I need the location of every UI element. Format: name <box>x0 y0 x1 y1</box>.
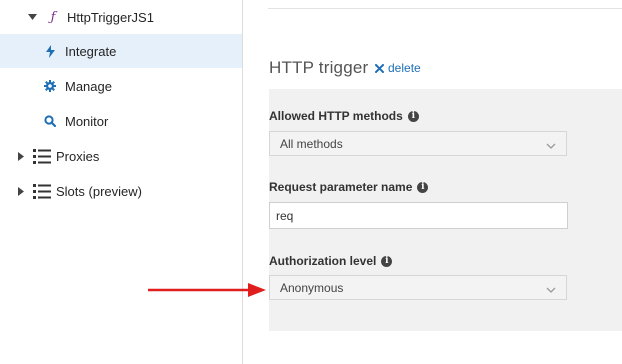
auth-label-row: Authorization level i <box>269 254 393 268</box>
gear-icon <box>44 80 56 92</box>
divider <box>268 8 622 9</box>
tree-group-label: Proxies <box>56 148 100 164</box>
trigger-settings-panel: Allowed HTTP methods i All methods Reque… <box>269 89 622 331</box>
param-input[interactable]: req <box>269 202 568 229</box>
chevron-down-icon <box>546 138 556 152</box>
auth-label: Authorization level <box>269 254 377 268</box>
methods-label-row: Allowed HTTP methods i <box>269 109 419 123</box>
methods-value: All methods <box>280 136 343 151</box>
tree-item-function[interactable]: ƒ HttpTriggerJS1 <box>0 0 242 34</box>
chevron-down-icon <box>546 282 556 296</box>
sidebar: ƒ HttpTriggerJS1 Integrate Manage Monito… <box>0 0 243 364</box>
trigger-title: HTTP trigger <box>269 58 369 77</box>
list-icon <box>33 148 51 164</box>
info-icon[interactable]: i <box>407 110 419 122</box>
info-icon[interactable]: i <box>417 181 429 193</box>
sidebar-item-manage[interactable]: Manage <box>0 69 242 103</box>
sidebar-item-label: Integrate <box>65 43 117 59</box>
methods-label: Allowed HTTP methods <box>269 109 403 123</box>
info-icon[interactable]: i <box>381 255 393 267</box>
methods-select[interactable]: All methods <box>269 131 567 156</box>
close-icon <box>375 63 384 73</box>
tree-group-label: Slots (preview) <box>56 183 142 199</box>
sidebar-item-label: Monitor <box>65 113 109 129</box>
main-content: HTTP trigger delete Allowed HTTP methods… <box>243 0 622 364</box>
auth-select[interactable]: Anonymous <box>269 275 567 300</box>
collapse-caret-icon[interactable] <box>27 14 37 20</box>
search-icon <box>44 115 56 127</box>
expand-caret-icon[interactable] <box>17 151 25 161</box>
sidebar-item-label: Manage <box>65 78 112 94</box>
function-icon: ƒ <box>50 9 56 25</box>
expand-caret-icon[interactable] <box>17 186 25 196</box>
delete-link[interactable]: delete <box>375 61 421 75</box>
delete-label: delete <box>388 61 421 75</box>
sidebar-item-integrate[interactable]: Integrate <box>0 34 242 68</box>
auth-value: Anonymous <box>280 280 344 295</box>
sidebar-item-monitor[interactable]: Monitor <box>0 104 242 138</box>
list-icon <box>33 183 51 199</box>
param-label-row: Request parameter name i <box>269 180 429 194</box>
tree-group-proxies[interactable]: Proxies <box>0 139 242 173</box>
param-label: Request parameter name <box>269 180 413 194</box>
function-name: HttpTriggerJS1 <box>67 9 154 25</box>
param-value: req <box>276 208 294 223</box>
annotation-arrow-icon <box>148 283 266 297</box>
tree-group-slots[interactable]: Slots (preview) <box>0 174 242 208</box>
lightning-icon <box>44 44 56 58</box>
